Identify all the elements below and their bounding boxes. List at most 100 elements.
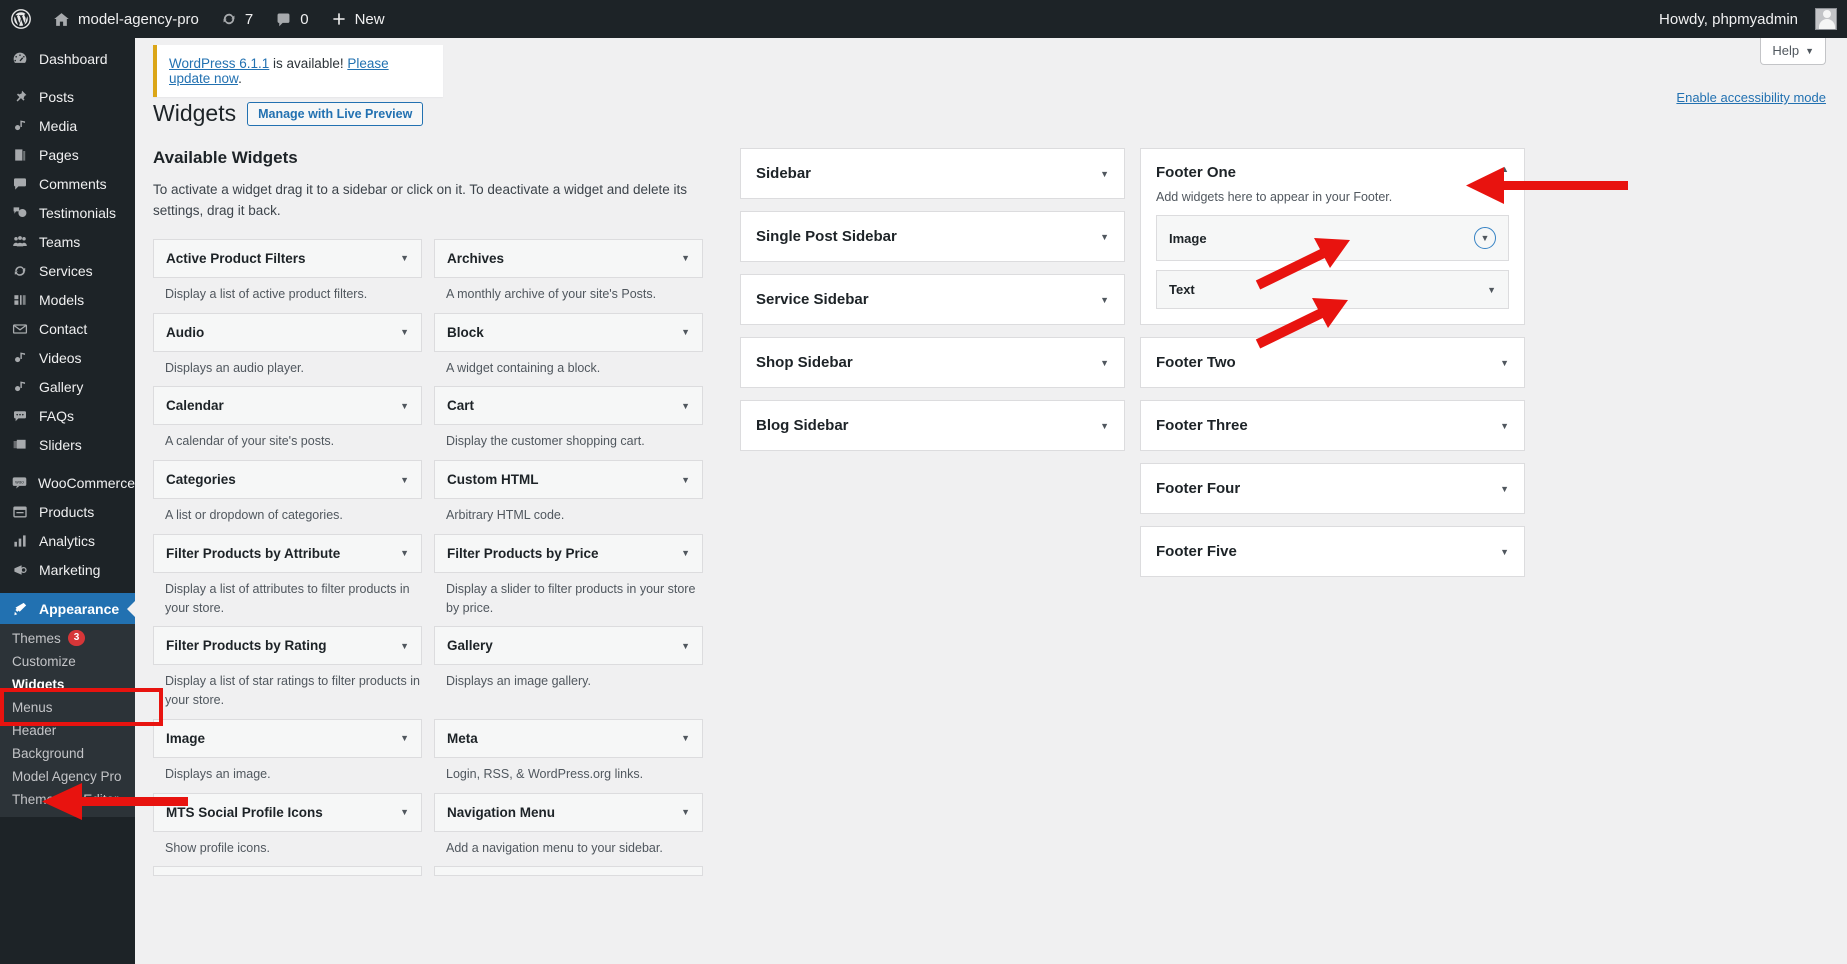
widget-item-filter-products-by-attribute[interactable]: Filter Products by Attribute ▼ — [153, 533, 422, 573]
my-account-menu[interactable]: Howdy, phpmyadmin — [1648, 0, 1837, 38]
submenu-item-customize[interactable]: Customize — [0, 650, 135, 673]
submenu-item-model-agency-pro[interactable]: Model Agency Pro — [0, 765, 135, 788]
sidebar-item-posts[interactable]: Posts — [0, 82, 135, 111]
widget-expand-toggle-focused[interactable]: ▼ — [1474, 227, 1496, 249]
help-toggle-button[interactable]: Help ▼ — [1760, 38, 1826, 65]
widget-cell: Navigation Menu ▼ Add a navigation menu … — [434, 792, 703, 867]
sidebar-item-videos[interactable]: Videos — [0, 343, 135, 372]
chevron-down-icon[interactable]: ▼ — [400, 401, 409, 411]
sidebar-item-appearance[interactable]: Appearance — [0, 593, 135, 624]
wordpress-logo-menu[interactable] — [0, 0, 42, 38]
widget-item-partial[interactable] — [153, 866, 422, 877]
footer-area-footer-three[interactable]: Footer Three ▼ — [1140, 400, 1525, 451]
footer-area-footer-four[interactable]: Footer Four ▼ — [1140, 463, 1525, 514]
sidebar-item-marketing[interactable]: Marketing — [0, 555, 135, 584]
sidebar-item-sliders[interactable]: Sliders — [0, 430, 135, 459]
chevron-down-icon[interactable]: ▼ — [681, 253, 690, 263]
widget-item-image[interactable]: Image ▼ — [153, 718, 422, 758]
chevron-down-icon[interactable]: ▼ — [1100, 232, 1109, 242]
chevron-down-icon[interactable]: ▼ — [681, 807, 690, 817]
widget-item-gallery[interactable]: Gallery ▼ — [434, 626, 703, 666]
sidebar-item-faqs[interactable]: FAQs — [0, 401, 135, 430]
chevron-down-icon[interactable]: ▼ — [1487, 285, 1496, 295]
chevron-down-icon[interactable]: ▼ — [400, 475, 409, 485]
sidebar-item-analytics[interactable]: Analytics — [0, 526, 135, 555]
sidebar-item-gallery[interactable]: Gallery — [0, 372, 135, 401]
chevron-down-icon[interactable]: ▼ — [681, 733, 690, 743]
footer-two-header[interactable]: Footer Two ▼ — [1141, 338, 1524, 387]
sidebar-area-shop-sidebar[interactable]: Shop Sidebar ▼ — [740, 337, 1125, 388]
widget-item-navigation-menu[interactable]: Navigation Menu ▼ — [434, 792, 703, 832]
site-name-menu[interactable]: model-agency-pro — [42, 0, 210, 38]
sidebar-item-comments[interactable]: Comments — [0, 169, 135, 198]
chevron-down-icon[interactable]: ▼ — [681, 327, 690, 337]
chevron-down-icon[interactable]: ▼ — [400, 253, 409, 263]
chevron-down-icon[interactable]: ▼ — [681, 475, 690, 485]
chevron-down-icon[interactable]: ▼ — [681, 401, 690, 411]
widget-item-custom-html[interactable]: Custom HTML ▼ — [434, 460, 703, 500]
submenu-item-menus[interactable]: Menus — [0, 696, 135, 719]
chevron-down-icon[interactable]: ▼ — [400, 548, 409, 558]
sidebar-area-single-post-sidebar[interactable]: Single Post Sidebar ▼ — [740, 211, 1125, 262]
submenu-item-widgets[interactable]: Widgets — [0, 673, 135, 696]
sidebar-item-services[interactable]: Services — [0, 256, 135, 285]
manage-with-live-preview-button[interactable]: Manage with Live Preview — [247, 101, 424, 126]
enable-accessibility-mode-link[interactable]: Enable accessibility mode — [1676, 90, 1826, 105]
widget-item-mts-social-profile-icons[interactable]: MTS Social Profile Icons ▼ — [153, 792, 422, 832]
widget-item-active-product-filters[interactable]: Active Product Filters ▼ — [153, 238, 422, 278]
assigned-widget-image[interactable]: Image ▼ — [1156, 215, 1509, 261]
footer-one-header[interactable]: Footer One ▲ — [1141, 149, 1524, 181]
sidebar-item-products[interactable]: Products — [0, 497, 135, 526]
widget-item-filter-products-by-rating[interactable]: Filter Products by Rating ▼ — [153, 626, 422, 666]
chevron-down-icon[interactable]: ▼ — [1100, 358, 1109, 368]
comments-menu[interactable]: 0 — [264, 0, 319, 38]
footer-area-footer-two[interactable]: Footer Two ▼ — [1140, 337, 1525, 388]
chevron-down-icon[interactable]: ▼ — [1100, 421, 1109, 431]
sidebar-item-teams[interactable]: Teams — [0, 227, 135, 256]
widget-item-filter-products-by-price[interactable]: Filter Products by Price ▼ — [434, 533, 703, 573]
chevron-up-icon[interactable]: ▲ — [1500, 164, 1509, 174]
submenu-item-background[interactable]: Background — [0, 742, 135, 765]
sidebar-item-contact[interactable]: Contact — [0, 314, 135, 343]
widget-item-meta[interactable]: Meta ▼ — [434, 718, 703, 758]
assigned-widget-text[interactable]: Text ▼ — [1156, 270, 1509, 309]
wordpress-version-link[interactable]: WordPress 6.1.1 — [169, 56, 269, 71]
chevron-down-icon[interactable]: ▼ — [400, 327, 409, 337]
new-content-menu[interactable]: New — [320, 0, 396, 38]
chevron-down-icon[interactable]: ▼ — [1500, 547, 1509, 557]
chevron-down-icon[interactable]: ▼ — [400, 807, 409, 817]
footer-area-footer-five[interactable]: Footer Five ▼ — [1140, 526, 1525, 577]
widget-item-audio[interactable]: Audio ▼ — [153, 312, 422, 352]
sidebar-item-dashboard[interactable]: Dashboard — [0, 44, 135, 73]
sidebar-area-service-sidebar[interactable]: Service Sidebar ▼ — [740, 274, 1125, 325]
footer-five-header[interactable]: Footer Five ▼ — [1141, 527, 1524, 576]
sidebar-area-sidebar[interactable]: Sidebar ▼ — [740, 148, 1125, 199]
chevron-down-icon[interactable]: ▼ — [400, 641, 409, 651]
chevron-down-icon[interactable]: ▼ — [400, 733, 409, 743]
updates-menu[interactable]: 7 — [210, 0, 264, 38]
widget-item-partial[interactable] — [434, 866, 703, 877]
sidebar-item-models[interactable]: Models — [0, 285, 135, 314]
widget-item-calendar[interactable]: Calendar ▼ — [153, 386, 422, 426]
widget-item-block[interactable]: Block ▼ — [434, 312, 703, 352]
footer-three-header[interactable]: Footer Three ▼ — [1141, 401, 1524, 450]
chevron-down-icon[interactable]: ▼ — [1100, 295, 1109, 305]
chevron-down-icon[interactable]: ▼ — [1500, 421, 1509, 431]
submenu-item-theme-file-editor[interactable]: Theme File Editor — [0, 788, 135, 811]
sidebar-item-testimonials[interactable]: Testimonials — [0, 198, 135, 227]
chevron-down-icon[interactable]: ▼ — [1500, 358, 1509, 368]
footer-four-header[interactable]: Footer Four ▼ — [1141, 464, 1524, 513]
widget-item-cart[interactable]: Cart ▼ — [434, 386, 703, 426]
chevron-down-icon[interactable]: ▼ — [681, 641, 690, 651]
chevron-down-icon[interactable]: ▼ — [1100, 169, 1109, 179]
sidebar-item-pages[interactable]: Pages — [0, 140, 135, 169]
sidebar-item-media[interactable]: Media — [0, 111, 135, 140]
chevron-down-icon[interactable]: ▼ — [681, 548, 690, 558]
chevron-down-icon[interactable]: ▼ — [1500, 484, 1509, 494]
submenu-item-header[interactable]: Header — [0, 719, 135, 742]
sidebar-item-woocommerce[interactable]: woo WooCommerce — [0, 468, 135, 497]
widget-item-archives[interactable]: Archives ▼ — [434, 238, 703, 278]
submenu-item-themes[interactable]: Themes 3 — [0, 626, 135, 650]
sidebar-area-blog-sidebar[interactable]: Blog Sidebar ▼ — [740, 400, 1125, 451]
widget-item-categories[interactable]: Categories ▼ — [153, 460, 422, 500]
